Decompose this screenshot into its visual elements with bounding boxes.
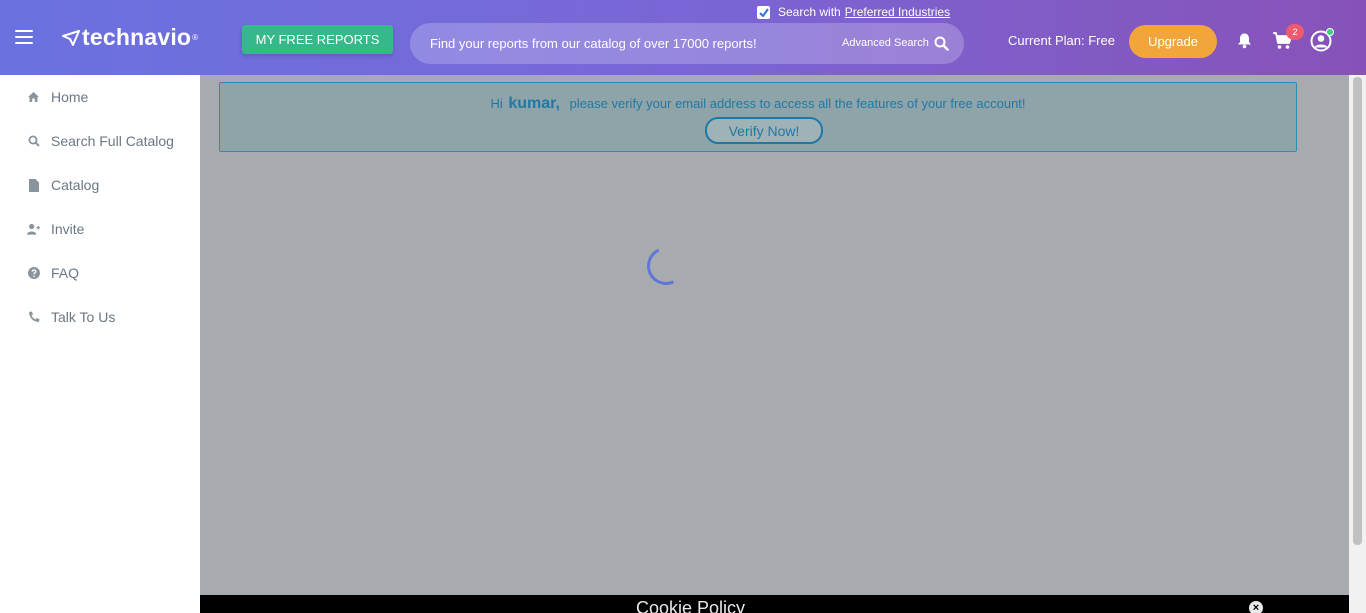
sidebar-item-label: Catalog <box>51 177 100 193</box>
sidebar-item-label: FAQ <box>51 265 80 281</box>
sidebar-item-label: Talk To Us <box>51 309 116 325</box>
sidebar-item-catalog[interactable]: Catalog <box>0 163 200 207</box>
scrollbar-thumb[interactable] <box>1353 77 1362 545</box>
upgrade-button[interactable]: Upgrade <box>1129 25 1217 58</box>
sidebar-item-home[interactable]: Home <box>0 75 200 119</box>
cookie-policy-title: Cookie Policy <box>636 598 746 613</box>
close-icon[interactable]: × <box>1249 601 1263 613</box>
logo-text: technavio <box>82 24 192 50</box>
home-icon <box>27 91 40 104</box>
hamburger-menu-icon[interactable] <box>15 30 33 44</box>
cookie-policy-bar: Cookie Policy × <box>200 595 1349 613</box>
search-icon[interactable] <box>934 36 949 51</box>
sidebar-item-label: Search Full Catalog <box>51 133 174 149</box>
top-header: technavio ® MY FREE REPORTS Search with … <box>0 0 1366 75</box>
bell-icon[interactable] <box>1236 32 1253 49</box>
registered-mark: ® <box>192 33 199 42</box>
main-content: Hi kumar, please verify your email addre… <box>200 75 1349 613</box>
verify-message: Hi kumar, please verify your email addre… <box>220 95 1296 113</box>
question-icon <box>27 267 40 280</box>
verify-email-banner: Hi kumar, please verify your email addre… <box>219 82 1297 152</box>
preferred-industries-checkbox[interactable] <box>757 5 770 19</box>
sidebar-item-search-full-catalog[interactable]: Search Full Catalog <box>0 119 200 163</box>
technavio-logo[interactable]: technavio ® <box>62 24 198 51</box>
paper-plane-icon <box>62 29 80 46</box>
my-free-reports-button[interactable]: MY FREE REPORTS <box>242 25 393 54</box>
cart-count-badge: 2 <box>1286 24 1304 40</box>
sidebar: Home Search Full Catalog Catalog Invite … <box>0 75 200 613</box>
verify-text: please verify your email address to acce… <box>569 96 1026 111</box>
sidebar-item-invite[interactable]: Invite <box>0 207 200 251</box>
search-icon <box>27 135 40 148</box>
phone-icon <box>27 311 40 324</box>
sidebar-item-label: Home <box>51 89 89 105</box>
online-status-dot <box>1326 28 1334 36</box>
sidebar-item-talk-to-us[interactable]: Talk To Us <box>0 295 200 339</box>
preferred-label: Search with <box>778 5 841 19</box>
preferred-industries-link[interactable]: Preferred Industries <box>845 5 950 19</box>
preferred-industries-toggle: Search with Preferred Industries <box>757 4 950 20</box>
sidebar-item-faq[interactable]: FAQ <box>0 251 200 295</box>
file-icon <box>27 178 40 192</box>
advanced-search-link[interactable]: Advanced Search <box>842 37 929 49</box>
checkmark-icon <box>758 7 769 17</box>
vertical-scrollbar[interactable] <box>1349 75 1366 613</box>
greeting-hi: Hi <box>490 96 503 111</box>
user-name: kumar, <box>508 95 560 112</box>
sidebar-item-label: Invite <box>51 221 85 237</box>
current-plan-label: Current Plan: Free <box>1008 33 1115 48</box>
catalog-search-bar[interactable]: Find your reports from our catalog of ov… <box>410 23 964 64</box>
loading-spinner-icon <box>641 241 691 291</box>
user-plus-icon <box>27 223 40 236</box>
search-input[interactable]: Find your reports from our catalog of ov… <box>430 36 757 51</box>
verify-now-button[interactable]: Verify Now! <box>705 117 823 144</box>
